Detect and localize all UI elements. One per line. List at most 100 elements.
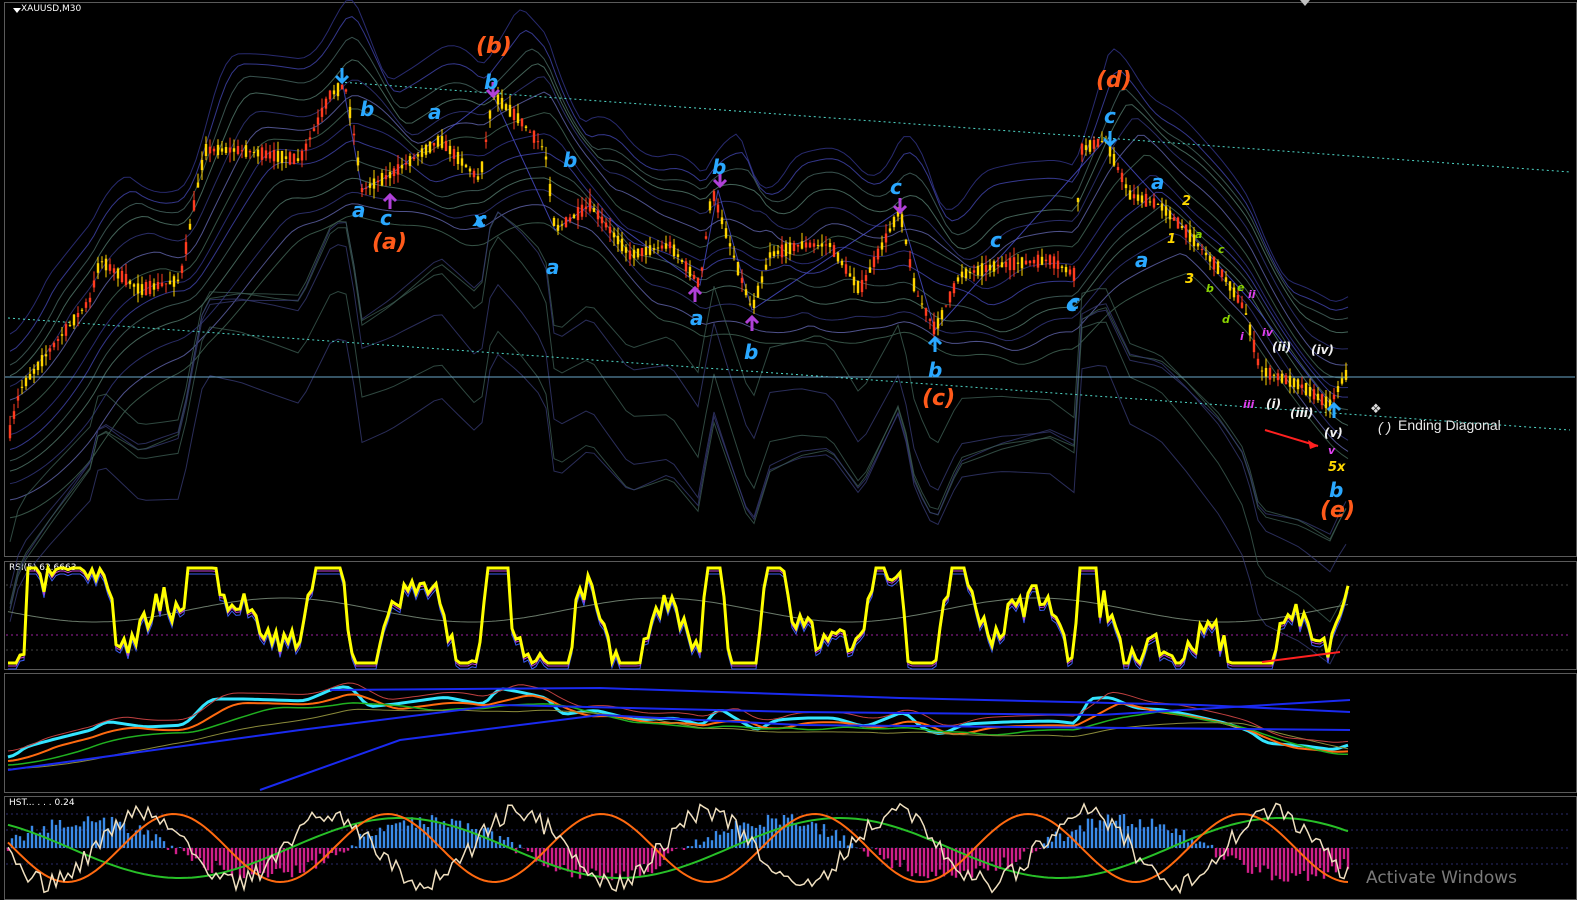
candle-body [548, 183, 552, 197]
candle-body [656, 247, 660, 249]
candle-body [556, 224, 560, 231]
candle-body [1196, 243, 1200, 247]
osc-histogram-bar [158, 837, 162, 848]
candle-body [532, 130, 536, 143]
candle-body [848, 273, 852, 277]
candle-body [20, 386, 24, 388]
wave-label-blue: a [690, 306, 704, 330]
wave-label-yellow: 3 [1185, 272, 1195, 287]
candle-body [752, 299, 756, 309]
candle-body [400, 164, 404, 169]
candle-body [1308, 386, 1312, 397]
osc-histogram-bar [1194, 843, 1198, 848]
envelope-band [9, 16, 1349, 352]
candle-body [992, 261, 996, 272]
osc-histogram-bar [1254, 848, 1258, 868]
candle-body [280, 150, 284, 164]
osc-histogram-bar [510, 842, 514, 848]
osc-histogram-bar [1086, 818, 1090, 848]
candle-body [76, 312, 80, 318]
osc-histogram-bar [1290, 848, 1294, 874]
osc-histogram-bar [622, 848, 626, 872]
candle-body [604, 222, 608, 228]
candle-body [284, 156, 288, 160]
osc-histogram-bar [1306, 848, 1310, 881]
candle-body [944, 305, 948, 307]
candle-body [628, 250, 632, 260]
candle-body [740, 277, 744, 283]
candle-body [668, 241, 672, 249]
candle-body [708, 201, 712, 211]
candle-body [856, 281, 860, 293]
candle-body [116, 268, 120, 279]
candle-body [892, 216, 896, 228]
candle-body [312, 128, 316, 132]
candle-body [960, 271, 964, 278]
candle-body [820, 243, 824, 247]
candle-body [436, 136, 440, 147]
candle-body [248, 150, 252, 153]
osc-histogram-bar [478, 836, 482, 848]
upper-trendline [339, 81, 1571, 173]
osc-histogram-bar [590, 848, 594, 869]
osc-histogram-bar [1242, 848, 1246, 865]
candle-body [1132, 194, 1136, 199]
candle-body [608, 226, 612, 234]
osc-histogram-bar [386, 824, 390, 848]
candle-body [240, 150, 244, 152]
candle-body [124, 273, 128, 286]
wave-label-green: a [1195, 228, 1203, 241]
candle-body [408, 156, 412, 166]
candle-body [976, 265, 980, 276]
osc-histogram-bar [222, 848, 226, 870]
osc-histogram-bar [406, 825, 410, 848]
candle-body [304, 143, 308, 151]
osc-histogram-bar [1202, 842, 1206, 848]
candle-body [936, 318, 940, 329]
osc-histogram-bar [30, 825, 34, 848]
osc-histogram-bar [1310, 848, 1314, 875]
osc-histogram-bar [782, 814, 786, 848]
candle-body [684, 261, 688, 272]
osc-histogram-bar [638, 848, 642, 877]
osc-histogram-bar [1162, 824, 1166, 848]
osc-histogram-bar [846, 845, 850, 848]
candle-body [1092, 139, 1096, 149]
candle-body [456, 151, 460, 165]
osc-histogram-bar [834, 830, 838, 848]
candle-body [540, 146, 544, 148]
osc-histogram-bar [926, 848, 930, 879]
osc-histogram-bar [982, 848, 986, 869]
candle-body [564, 217, 568, 228]
candle-body [264, 150, 268, 159]
candle-body [448, 145, 452, 155]
candle-body [244, 145, 248, 157]
osc-histogram-bar [22, 840, 26, 848]
candle-body [828, 243, 832, 247]
osc-histogram-bar [54, 824, 58, 848]
candle-body [908, 259, 912, 268]
candle-body [132, 284, 136, 287]
candle-body [852, 276, 856, 286]
candle-body [64, 324, 68, 336]
osc-histogram-bar [886, 848, 890, 859]
osc-histogram-bar [174, 848, 178, 855]
candle-body [120, 270, 124, 283]
osc-histogram-bar [418, 817, 422, 848]
osc-histogram-bar [946, 848, 950, 873]
osc-histogram-bar [986, 848, 990, 871]
osc-histogram-bar [558, 848, 562, 870]
candle-body [176, 279, 180, 282]
candle-body [780, 244, 784, 258]
osc-histogram-bar [978, 848, 982, 866]
candle-body [884, 233, 888, 243]
candle-body [60, 334, 64, 336]
candle-body [296, 158, 300, 162]
candle-body [348, 106, 352, 119]
wave-label-green: e [1237, 281, 1245, 294]
ma-slow-blue-2 [259, 713, 1351, 791]
wave-label-blue: c [990, 228, 1002, 252]
candle-body [388, 171, 392, 179]
candle-body [1216, 261, 1220, 275]
lower-band [9, 220, 1347, 611]
